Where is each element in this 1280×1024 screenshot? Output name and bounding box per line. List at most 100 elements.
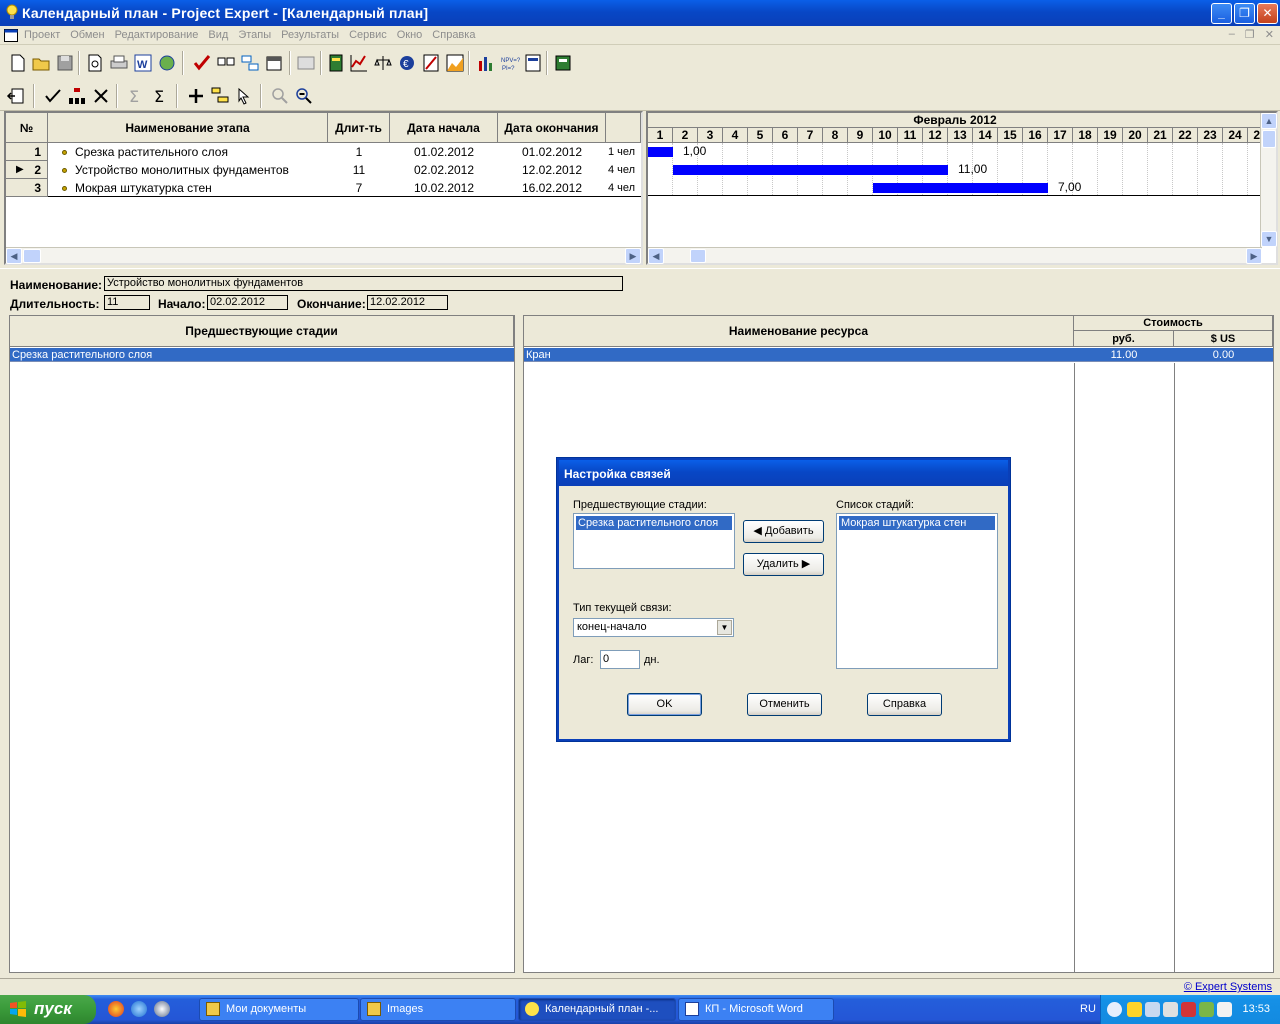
start-button[interactable]: пуск: [0, 995, 96, 1024]
hierarchy-icon[interactable]: [67, 86, 87, 106]
speaker-icon[interactable]: [1163, 1002, 1178, 1017]
network-icon[interactable]: [1145, 1002, 1160, 1017]
col-header-duration[interactable]: Длит-ть: [328, 113, 390, 143]
dialog-stage-item[interactable]: Мокрая штукатурка стен: [839, 516, 995, 530]
checklist-icon[interactable]: [216, 53, 236, 73]
task-my-documents[interactable]: Мои документы: [199, 998, 359, 1021]
dialog-pred-item[interactable]: Срезка растительного слоя: [576, 516, 732, 530]
gantt-bar[interactable]: [673, 165, 948, 175]
scroll-right-icon[interactable]: ▶: [625, 248, 641, 264]
back-document-icon[interactable]: [6, 86, 26, 106]
ok-button[interactable]: OK: [627, 693, 702, 716]
menu-results[interactable]: Результаты: [281, 29, 339, 41]
scroll-left-icon[interactable]: ◀: [6, 248, 22, 264]
menu-edit[interactable]: Редактирование: [115, 29, 199, 41]
language-indicator[interactable]: RU: [1080, 1003, 1096, 1015]
ie-icon[interactable]: [131, 1001, 147, 1017]
shield-icon[interactable]: [1127, 1002, 1142, 1017]
col-header-end[interactable]: Дата окончания: [498, 113, 606, 143]
menu-help[interactable]: Справка: [432, 29, 475, 41]
name-field[interactable]: Устройство монолитных фундаментов: [104, 276, 623, 291]
scroll-thumb[interactable]: [690, 249, 706, 263]
document-icon[interactable]: [4, 29, 18, 42]
cursor-icon[interactable]: [234, 86, 254, 106]
calendar-icon[interactable]: [264, 53, 284, 73]
save-icon[interactable]: [55, 53, 75, 73]
table-row-selected[interactable]: ▶ 2 Устройство монолитных фундаментов 11 …: [6, 161, 641, 179]
confirm-icon[interactable]: [43, 86, 63, 106]
lag-input[interactable]: 0: [600, 650, 640, 669]
pen-chart-icon[interactable]: [421, 53, 441, 73]
antivirus-icon[interactable]: [1199, 1002, 1214, 1017]
task-project-expert[interactable]: Календарный план -...: [518, 998, 676, 1021]
npv-icon[interactable]: NPV=? PI=?: [500, 53, 520, 73]
globe-icon[interactable]: [157, 53, 177, 73]
scroll-up-icon[interactable]: ▲: [1261, 113, 1277, 129]
mdi-minimize-icon[interactable]: –: [1229, 28, 1235, 41]
menu-exchange[interactable]: Обмен: [70, 29, 104, 41]
table-row[interactable]: 3 Мокрая штукатурка стен 7 10.02.2012 16…: [6, 179, 641, 197]
efficiency-icon[interactable]: €: [397, 53, 417, 73]
bar-chart-icon[interactable]: [476, 53, 496, 73]
print-icon[interactable]: [109, 53, 129, 73]
word-export-icon[interactable]: W: [133, 53, 153, 73]
duration-field[interactable]: 11: [104, 295, 150, 310]
horizontal-scrollbar[interactable]: ◀ ▶: [648, 247, 1262, 264]
scroll-down-icon[interactable]: ▼: [1261, 231, 1277, 247]
chrome-icon[interactable]: [108, 1001, 124, 1017]
task-word[interactable]: КП - Microsoft Word: [678, 998, 834, 1021]
security-alert-icon[interactable]: [1181, 1002, 1196, 1017]
scroll-left-icon[interactable]: ◀: [648, 248, 664, 264]
help-button[interactable]: Справка: [867, 693, 942, 716]
new-file-icon[interactable]: [8, 53, 28, 73]
menu-stages[interactable]: Этапы: [238, 29, 271, 41]
mdi-close-icon[interactable]: ✕: [1265, 28, 1274, 41]
cancel-button[interactable]: Отменить: [747, 693, 822, 716]
balance-icon[interactable]: [373, 53, 393, 73]
vertical-scrollbar[interactable]: ▲ ▼: [1260, 113, 1277, 247]
calculator-icon[interactable]: [553, 53, 573, 73]
open-folder-icon[interactable]: [31, 53, 51, 73]
start-field[interactable]: 02.02.2012: [207, 295, 288, 310]
scroll-thumb[interactable]: [1262, 130, 1276, 148]
checkmark-icon[interactable]: [192, 53, 212, 73]
analysis-icon[interactable]: [523, 53, 543, 73]
remove-button[interactable]: Удалить ▶: [743, 553, 824, 576]
col-header-number[interactable]: №: [6, 113, 48, 143]
link-type-select[interactable]: конец-начало ▼: [573, 618, 734, 637]
add-stage-icon[interactable]: [186, 86, 206, 106]
delete-icon[interactable]: [91, 86, 111, 106]
task-images[interactable]: Images: [360, 998, 516, 1021]
copyright-link[interactable]: © Expert Systems: [1184, 981, 1272, 993]
close-button[interactable]: ✕: [1257, 3, 1278, 24]
add-button[interactable]: ◀ Добавить: [743, 520, 824, 543]
keyboard-icon[interactable]: [1217, 1002, 1232, 1017]
scroll-thumb[interactable]: [23, 249, 41, 263]
dialog-stages-list[interactable]: Мокрая штукатурка стен: [836, 513, 998, 669]
table-row[interactable]: 1 Срезка растительного слоя 1 01.02.2012…: [6, 143, 641, 161]
area-chart-icon[interactable]: [445, 53, 465, 73]
cashflow-icon[interactable]: [349, 53, 369, 73]
dialog-predecessors-list[interactable]: Срезка растительного слоя: [573, 513, 735, 569]
zoom-out-icon[interactable]: [294, 86, 314, 106]
print-preview-icon[interactable]: [85, 53, 105, 73]
resource-row[interactable]: Кран 11.00 0.00: [524, 348, 1273, 362]
minimize-button[interactable]: _: [1211, 3, 1232, 24]
report-icon[interactable]: [296, 53, 316, 73]
gantt-bar[interactable]: [648, 147, 673, 157]
table-icon[interactable]: [326, 53, 346, 73]
link-stages-icon[interactable]: [240, 53, 260, 73]
scroll-right-icon[interactable]: ▶: [1246, 248, 1262, 264]
maximize-button[interactable]: ❐: [1234, 3, 1255, 24]
horizontal-scrollbar[interactable]: ◀ ▶: [6, 247, 641, 264]
col-header-start[interactable]: Дата начала: [390, 113, 498, 143]
gantt-bar[interactable]: [873, 183, 1048, 193]
predecessor-row[interactable]: Срезка растительного слоя: [10, 348, 514, 362]
menu-window[interactable]: Окно: [397, 29, 423, 41]
dropdown-arrow-icon[interactable]: ▼: [717, 620, 732, 635]
col-header-name[interactable]: Наименование этапа: [48, 113, 328, 143]
tray-collapse-icon[interactable]: [1107, 1002, 1122, 1017]
menu-service[interactable]: Сервис: [349, 29, 387, 41]
media-player-icon[interactable]: [154, 1001, 170, 1017]
link-tree-icon[interactable]: [210, 86, 230, 106]
